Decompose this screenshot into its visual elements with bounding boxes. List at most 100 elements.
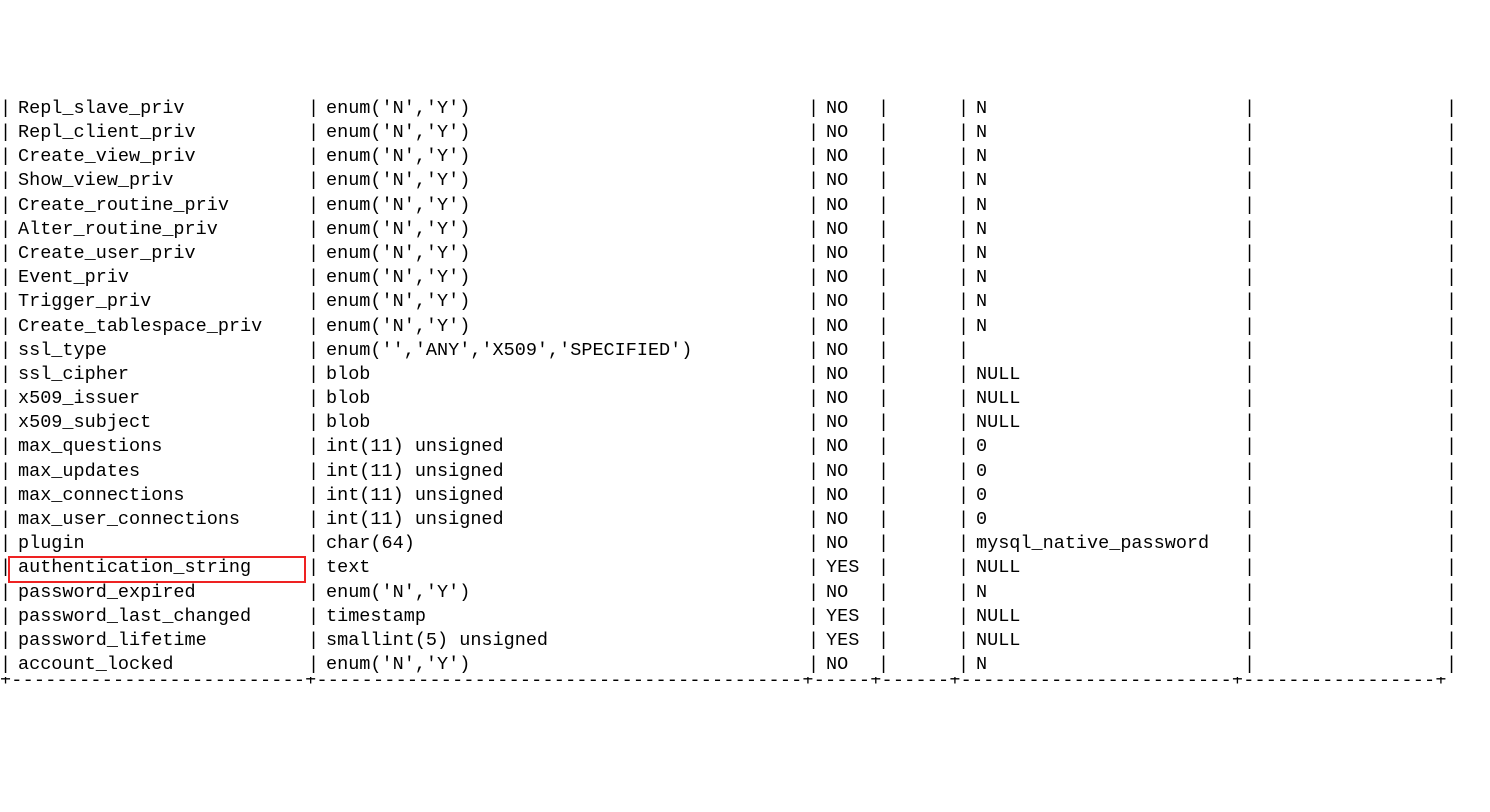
column-separator: | — [1244, 581, 1256, 605]
column-separator: | — [308, 532, 320, 556]
column-separator: | — [878, 435, 890, 459]
column-separator: | — [1244, 242, 1256, 266]
column-separator: | — [1244, 629, 1256, 653]
cell-type: enum('N','Y') — [320, 581, 808, 605]
column-separator: | — [808, 435, 820, 459]
column-separator: | — [958, 169, 970, 193]
cell-extra — [1256, 508, 1446, 532]
column-separator: | — [958, 460, 970, 484]
table-row: |password_expired|enum('N','Y')|NO||N|| — [0, 581, 1490, 605]
column-separator: | — [308, 387, 320, 411]
column-separator: | — [1446, 315, 1458, 339]
cell-type: int(11) unsigned — [320, 508, 808, 532]
cell-null: NO — [820, 194, 878, 218]
cell-field: Repl_client_priv — [12, 121, 308, 145]
cell-default: N — [970, 242, 1244, 266]
column-separator: | — [0, 484, 12, 508]
cell-null: NO — [820, 266, 878, 290]
column-separator: | — [308, 97, 320, 121]
cell-extra — [1256, 266, 1446, 290]
cell-null: NO — [820, 460, 878, 484]
column-separator: | — [308, 556, 320, 580]
column-separator: | — [878, 290, 890, 314]
cell-field: authentication_string — [12, 556, 308, 580]
cell-null: YES — [820, 556, 878, 580]
cell-type: enum('N','Y') — [320, 266, 808, 290]
table-row: |ssl_cipher|blob|NO||NULL|| — [0, 363, 1490, 387]
column-separator: | — [308, 363, 320, 387]
column-separator: | — [1244, 363, 1256, 387]
column-separator: | — [0, 605, 12, 629]
column-separator: | — [1244, 121, 1256, 145]
column-separator: | — [808, 556, 820, 580]
column-separator: | — [808, 145, 820, 169]
column-separator: | — [0, 363, 12, 387]
column-separator: | — [808, 411, 820, 435]
column-separator: | — [1446, 290, 1458, 314]
column-separator: | — [808, 218, 820, 242]
cell-default: N — [970, 169, 1244, 193]
cell-null: NO — [820, 315, 878, 339]
cell-extra — [1256, 363, 1446, 387]
cell-default: N — [970, 97, 1244, 121]
column-separator: | — [878, 121, 890, 145]
cell-extra — [1256, 629, 1446, 653]
column-separator: | — [1244, 97, 1256, 121]
table-row: |password_last_changed|timestamp|YES||NU… — [0, 605, 1490, 629]
column-separator: | — [308, 121, 320, 145]
column-separator: | — [0, 460, 12, 484]
cell-key — [890, 194, 958, 218]
cell-null: NO — [820, 121, 878, 145]
cell-key — [890, 460, 958, 484]
cell-field: Alter_routine_priv — [12, 218, 308, 242]
column-separator: | — [0, 242, 12, 266]
column-separator: | — [1244, 169, 1256, 193]
cell-key — [890, 218, 958, 242]
cell-default: N — [970, 218, 1244, 242]
cell-key — [890, 315, 958, 339]
cell-null: NO — [820, 218, 878, 242]
column-separator: | — [308, 484, 320, 508]
table-row: |Trigger_priv|enum('N','Y')|NO||N|| — [0, 290, 1490, 314]
column-separator: | — [1446, 411, 1458, 435]
column-separator: | — [958, 266, 970, 290]
column-separator: | — [0, 339, 12, 363]
cell-null: NO — [820, 387, 878, 411]
cell-null: YES — [820, 605, 878, 629]
column-separator: | — [878, 629, 890, 653]
column-separator: | — [808, 121, 820, 145]
cell-type: enum('N','Y') — [320, 97, 808, 121]
column-separator: | — [1244, 339, 1256, 363]
column-separator: | — [878, 194, 890, 218]
column-separator: | — [1446, 556, 1458, 580]
column-separator: | — [878, 653, 890, 677]
table-row: |Repl_client_priv|enum('N','Y')|NO||N|| — [0, 121, 1490, 145]
cell-field: Trigger_priv — [12, 290, 308, 314]
cell-key — [890, 242, 958, 266]
cell-key — [890, 605, 958, 629]
column-separator: | — [878, 242, 890, 266]
cell-field: Create_routine_priv — [12, 194, 308, 218]
column-separator: | — [1244, 145, 1256, 169]
column-separator: | — [1244, 484, 1256, 508]
cell-null: NO — [820, 411, 878, 435]
column-separator: | — [308, 629, 320, 653]
separator-line: +--------------------------+------------… — [0, 677, 1447, 683]
cell-type: enum('N','Y') — [320, 169, 808, 193]
cell-null: NO — [820, 581, 878, 605]
column-separator: | — [1446, 653, 1458, 677]
column-separator: | — [1244, 532, 1256, 556]
table-row: |max_updates|int(11) unsigned|NO||0|| — [0, 460, 1490, 484]
cell-null: NO — [820, 484, 878, 508]
column-separator: | — [808, 169, 820, 193]
cell-extra — [1256, 339, 1446, 363]
column-separator: | — [808, 97, 820, 121]
column-separator: | — [958, 363, 970, 387]
column-separator: | — [0, 218, 12, 242]
column-separator: | — [878, 266, 890, 290]
cell-null: NO — [820, 97, 878, 121]
column-separator: | — [308, 218, 320, 242]
column-separator: | — [878, 218, 890, 242]
cell-field: Event_priv — [12, 266, 308, 290]
cell-type: smallint(5) unsigned — [320, 629, 808, 653]
